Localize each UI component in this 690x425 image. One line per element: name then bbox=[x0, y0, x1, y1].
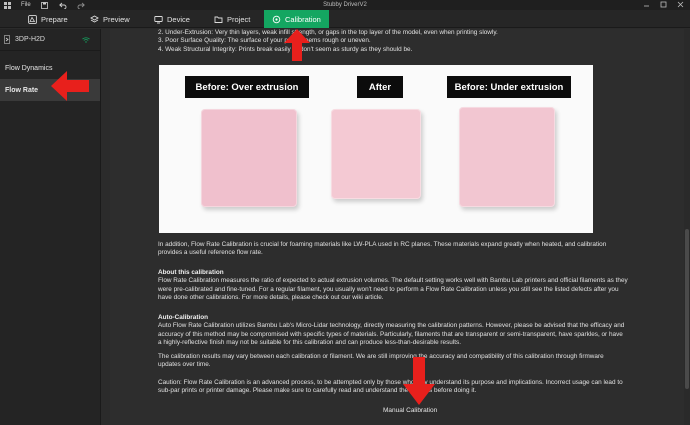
title-bar: File Stubby DriverV2 bbox=[0, 0, 690, 10]
auto-calibration-section: Auto-Calibration Auto Flow Rate Calibrat… bbox=[158, 314, 628, 347]
minimize-icon[interactable] bbox=[643, 1, 650, 10]
redo-icon[interactable] bbox=[77, 1, 85, 9]
tab-device-label: Device bbox=[167, 14, 190, 24]
prepare-icon bbox=[28, 14, 37, 24]
save-icon[interactable] bbox=[41, 1, 49, 9]
content-scrollbar[interactable] bbox=[684, 29, 690, 425]
arrow-up-icon bbox=[284, 29, 310, 61]
tab-calibration-label: Calibration bbox=[285, 14, 321, 24]
label-after: After bbox=[357, 76, 403, 98]
issue-item: 3. Poor Surface Quality: The surface of … bbox=[158, 37, 371, 45]
tab-prepare[interactable]: Prepare bbox=[28, 10, 68, 28]
main-tab-bar: Prepare Preview Device Project Calibrati… bbox=[0, 10, 690, 28]
about-section: About this calibration Flow Rate Calibra… bbox=[158, 269, 628, 302]
label-over-extrusion: Before: Over extrusion bbox=[185, 76, 309, 98]
extrusion-comparison-photo: Before: Over extrusion After Before: Und… bbox=[159, 65, 593, 233]
device-icon bbox=[154, 15, 163, 23]
label-under-extrusion: Before: Under extrusion bbox=[447, 76, 571, 98]
tab-prepare-label: Prepare bbox=[41, 14, 68, 24]
scrollbar-thumb[interactable] bbox=[685, 229, 689, 389]
sample-under-extrusion bbox=[459, 107, 555, 207]
results-paragraph: The calibration results may vary between… bbox=[158, 353, 604, 369]
sample-after bbox=[331, 109, 421, 199]
app-menu-icon[interactable] bbox=[3, 1, 11, 9]
tab-calibration[interactable]: Calibration bbox=[264, 10, 329, 28]
undo-icon[interactable] bbox=[58, 1, 67, 9]
arrow-down-icon bbox=[403, 357, 435, 405]
wifi-icon bbox=[82, 36, 90, 43]
file-menu[interactable]: File bbox=[21, 2, 31, 8]
expand-icon[interactable] bbox=[4, 35, 10, 44]
about-heading: About this calibration bbox=[158, 269, 224, 276]
intro-paragraph: In addition, Flow Rate Calibration is cr… bbox=[158, 241, 607, 257]
window-controls bbox=[643, 1, 684, 10]
arrow-left-icon bbox=[51, 71, 89, 101]
close-icon[interactable] bbox=[677, 1, 684, 10]
issue-item: 2. Under-Extrusion: Very thin layers, we… bbox=[158, 29, 498, 36]
issues-list: 2. Under-Extrusion: Very thin layers, we… bbox=[158, 29, 628, 54]
sample-over-extrusion bbox=[201, 109, 297, 207]
window-title: Stubby DriverV2 bbox=[323, 2, 367, 8]
tab-project[interactable]: Project bbox=[214, 10, 250, 28]
tab-device[interactable]: Device bbox=[154, 10, 190, 28]
calibration-icon bbox=[272, 15, 281, 23]
about-text: Flow Rate Calibration measures the ratio… bbox=[158, 277, 628, 301]
printer-name: 3DP-H2D bbox=[15, 36, 45, 43]
sidebar-item-label: Flow Dynamics bbox=[5, 64, 53, 72]
title-bar-left: File bbox=[0, 1, 85, 9]
issue-item: 4. Weak Structural Integrity: Prints bre… bbox=[158, 45, 413, 53]
tab-preview-label: Preview bbox=[103, 14, 130, 24]
printer-selector[interactable]: 3DP-H2D bbox=[0, 29, 100, 51]
auto-text: Auto Flow Rate Calibration utilizes Bamb… bbox=[158, 322, 625, 346]
tab-preview[interactable]: Preview bbox=[90, 10, 130, 28]
tab-project-label: Project bbox=[227, 14, 251, 24]
manual-calibration-button[interactable]: Manual Calibration bbox=[383, 407, 437, 414]
calibration-content: 2. Under-Extrusion: Very thin layers, we… bbox=[110, 29, 690, 425]
sidebar-item-label: Flow Rate bbox=[5, 86, 39, 94]
maximize-icon[interactable] bbox=[660, 1, 667, 10]
preview-icon bbox=[90, 14, 99, 23]
project-icon bbox=[214, 16, 223, 23]
caution-paragraph: Caution: Flow Rate Calibration is an adv… bbox=[158, 379, 623, 395]
auto-heading: Auto-Calibration bbox=[158, 314, 209, 321]
